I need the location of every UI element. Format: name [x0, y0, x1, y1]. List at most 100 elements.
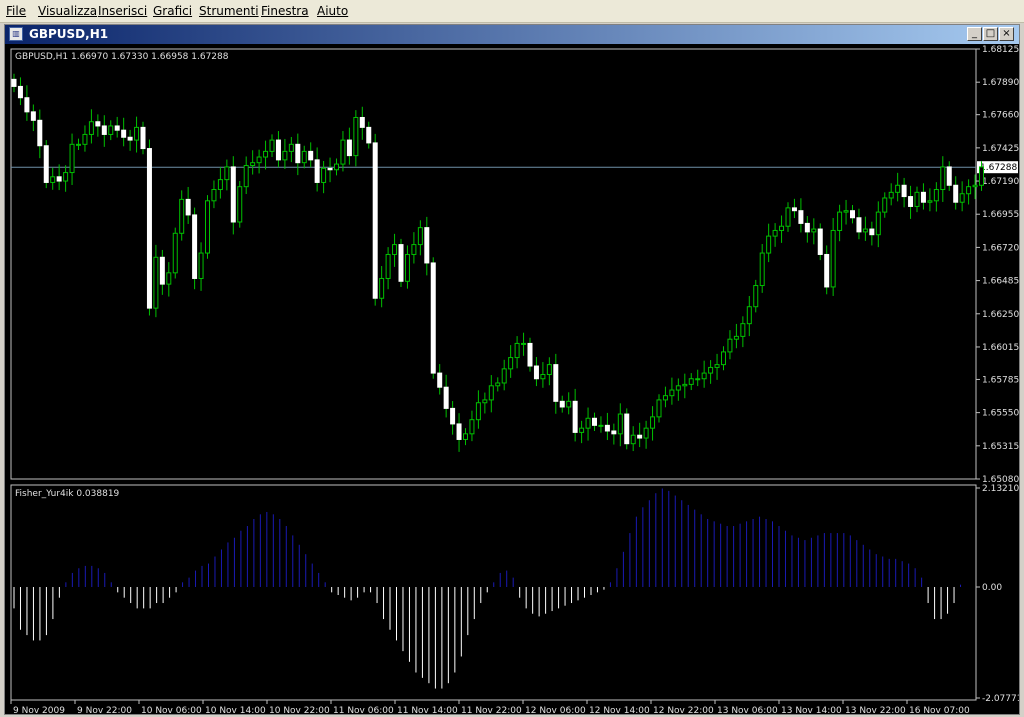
candle-bearish: [901, 184, 907, 198]
candle-bullish: [566, 400, 572, 408]
menu-grafici[interactable]: Grafici: [153, 4, 192, 18]
menu-aiuto[interactable]: Aiuto: [317, 4, 348, 18]
candle-bullish: [469, 419, 475, 435]
candle-bullish: [662, 395, 668, 401]
candle-bullish: [843, 210, 849, 213]
candle-bullish: [772, 229, 778, 237]
menu-strumenti[interactable]: Strumenti: [199, 4, 259, 18]
close-button[interactable]: ×: [999, 27, 1014, 41]
candle-bearish: [327, 167, 333, 171]
candle-bearish: [559, 400, 565, 408]
candle-bullish: [785, 207, 791, 227]
candle-bullish: [224, 166, 230, 181]
candle-bearish: [275, 139, 281, 161]
candle-bullish: [875, 211, 881, 236]
price-axis-label: 1.66955: [982, 210, 1019, 220]
candle-bullish: [217, 179, 223, 191]
candle-bearish: [908, 196, 914, 207]
minimize-button[interactable]: _: [967, 27, 982, 41]
menu-inserisci[interactable]: Inserisci: [98, 4, 147, 18]
time-axis-label: 12 Nov 06:00: [525, 706, 586, 714]
time-axis-label: 9 Nov 22:00: [77, 706, 132, 714]
candle-bearish: [308, 150, 314, 161]
time-axis-label: 13 Nov 06:00: [717, 706, 778, 714]
candle-bullish: [598, 424, 604, 427]
candle-bullish: [630, 434, 636, 445]
candle-bullish: [746, 306, 752, 325]
chart-window[interactable]: ▥ GBPUSD,H1 _ □ × 1.68125 1.67890 1.67660 1…: [4, 24, 1020, 715]
candle-bearish: [17, 85, 23, 99]
candle-bearish: [295, 143, 301, 164]
candle-bullish: [617, 413, 623, 435]
candle-bullish: [966, 186, 972, 195]
candle-bearish: [140, 126, 146, 150]
price-axis-label: 1.66485: [982, 277, 1019, 287]
candle-bullish: [488, 385, 494, 401]
candle-bullish: [714, 364, 720, 368]
candle-bullish: [172, 232, 178, 274]
candle-bearish: [127, 136, 133, 141]
candle-bullish: [76, 143, 81, 146]
time-axis-label: 12 Nov 14:00: [589, 706, 650, 714]
candle-bearish: [527, 342, 533, 367]
indicator-axis-label: -2.07771: [982, 694, 1019, 704]
menu-file[interactable]: File: [6, 4, 26, 18]
candle-bullish: [237, 186, 243, 223]
candle-bullish: [301, 150, 307, 164]
price-axis-label: 1.66015: [982, 343, 1019, 353]
candle-bearish: [43, 145, 49, 183]
candle-bullish: [288, 143, 294, 152]
candle-bullish: [475, 402, 481, 421]
candle-bearish: [824, 253, 830, 288]
candle-bullish: [972, 184, 978, 188]
candle-bullish: [50, 176, 56, 183]
candle-bullish: [779, 225, 785, 231]
indicator-axis-label: 2.132108: [982, 484, 1019, 494]
candle-bullish: [88, 121, 94, 135]
menu-visualizza[interactable]: Visualizza: [38, 4, 97, 18]
indicator-panel-frame: [10, 484, 977, 701]
candle-bullish: [721, 351, 726, 366]
menu-bar: File Visualizza Inserisci Grafici Strume…: [0, 0, 1024, 23]
candle-bullish: [669, 389, 675, 397]
candle-bullish: [546, 364, 552, 376]
candle-bullish: [862, 228, 868, 233]
candle-bullish: [701, 372, 707, 380]
candle-bullish: [733, 335, 739, 340]
window-titlebar[interactable]: ▥ GBPUSD,H1 _ □ ×: [5, 25, 1019, 44]
candle-bullish: [650, 416, 656, 429]
candle-bullish: [334, 163, 339, 171]
candle-bullish: [759, 252, 765, 287]
candle-bullish: [656, 399, 662, 418]
candle-bullish: [263, 150, 269, 158]
time-axis-label: 12 Nov 22:00: [653, 706, 714, 714]
candle-bullish: [353, 116, 359, 157]
candle-bearish: [430, 262, 436, 374]
candle-bullish: [282, 150, 288, 161]
candle-bullish: [256, 156, 262, 164]
time-axis-label: 16 Nov 07:00: [909, 706, 970, 714]
candle-bullish: [811, 228, 817, 233]
price-axis-label: 1.68125: [982, 45, 1019, 55]
candle-bullish: [695, 378, 701, 381]
candle-bullish: [521, 342, 527, 345]
candle-bullish: [179, 198, 185, 234]
candle-bearish: [37, 119, 43, 147]
maximize-button[interactable]: □: [983, 27, 998, 41]
chart-area[interactable]: 1.68125 1.67890 1.67660 1.67425 1.67190 1.669…: [5, 44, 1019, 714]
candle-bearish: [346, 139, 352, 157]
candle-bearish: [856, 217, 862, 233]
candle-bullish: [979, 166, 984, 186]
candle-bearish: [437, 372, 443, 388]
menu-finestra[interactable]: Finestra: [261, 4, 309, 18]
candle-bearish: [572, 400, 578, 433]
candle-bearish: [146, 148, 152, 309]
price-axis-label: 1.65315: [982, 442, 1019, 452]
indicator-axis-label: 0.00: [982, 583, 1002, 593]
candle-bearish: [920, 191, 926, 203]
candle-bearish: [953, 184, 959, 203]
candle-bearish: [359, 116, 365, 128]
candle-bullish: [882, 197, 888, 213]
candle-bearish: [314, 159, 320, 183]
current-price-label: 1.67288: [980, 163, 1017, 173]
